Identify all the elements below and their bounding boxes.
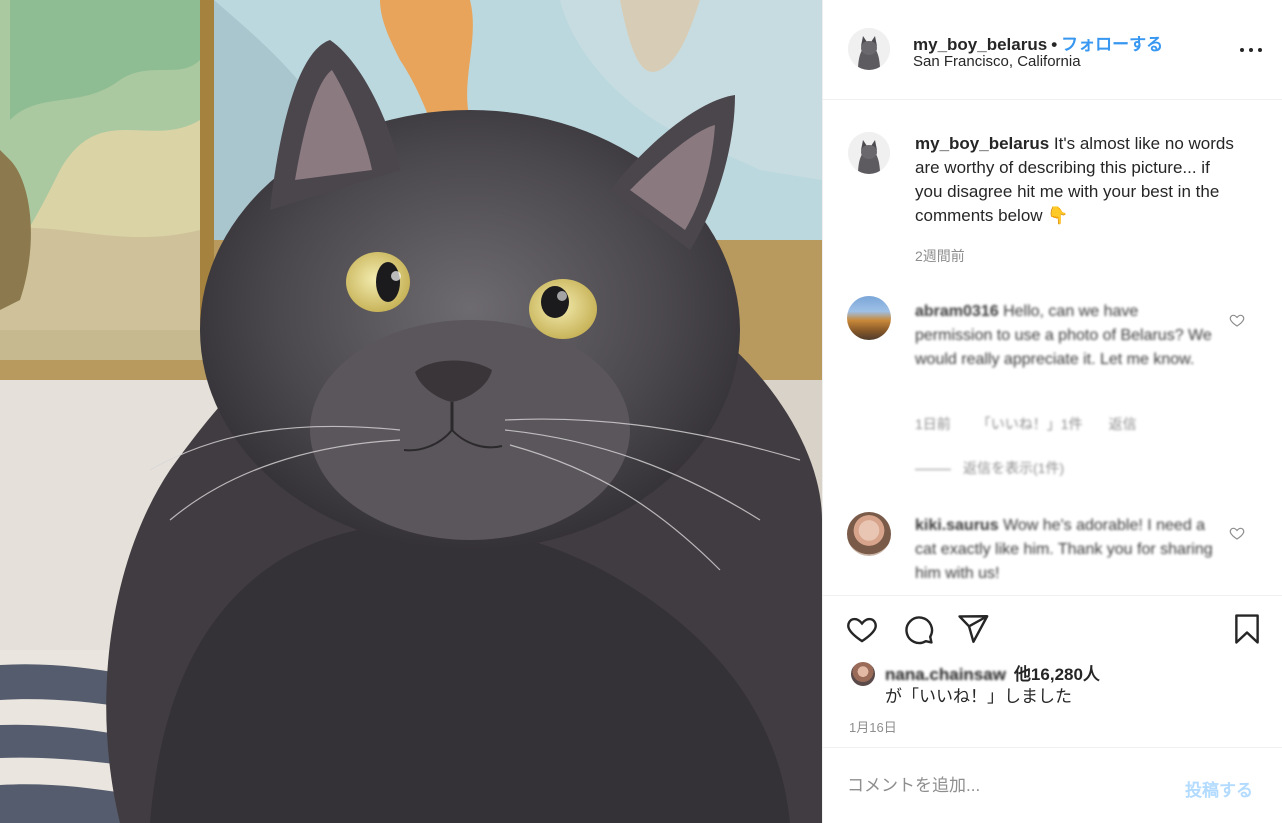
comment-meta-1: 1日前 「いいね！」1件 返信 xyxy=(915,414,1163,434)
save-bookmark-icon[interactable] xyxy=(1230,612,1264,646)
replies-divider xyxy=(915,468,951,470)
more-dot-icon xyxy=(1249,48,1253,52)
view-replies-button[interactable]: 返信を表示(1件) xyxy=(915,458,1064,478)
comment-like-count[interactable]: 「いいね！」1件 xyxy=(977,416,1083,432)
post-location[interactable]: San Francisco, California xyxy=(913,53,1081,70)
author-username-row: my_boy_belarus • フォローする xyxy=(913,30,1163,55)
comments-list[interactable]: my_boy_belarus It's almost like no words… xyxy=(823,100,1282,595)
comment-like-heart-icon[interactable] xyxy=(1229,312,1245,328)
cat-photo-image xyxy=(0,0,822,823)
likes-suffix: が「いいね！」しました xyxy=(885,687,1072,706)
post-comment-button[interactable]: 投稿する xyxy=(1185,776,1253,801)
caption-time[interactable]: 2週間前 xyxy=(915,246,965,266)
post-header: my_boy_belarus • フォローする San Francisco, Cal… xyxy=(823,0,1282,100)
add-comment-bar: 投稿する xyxy=(823,747,1282,823)
author-username[interactable]: my_boy_belarus xyxy=(913,35,1047,54)
liker-avatar[interactable] xyxy=(849,660,877,688)
commenter-username[interactable]: kiki.saurus xyxy=(915,517,999,534)
caption-author-avatar[interactable] xyxy=(848,132,890,174)
comment-text-2: kiki.saurus Wow he's adorable! I need a … xyxy=(915,514,1220,586)
post-details-panel: my_boy_belarus • フォローする San Francisco, Cal… xyxy=(822,0,1282,823)
comment-bubble-icon[interactable] xyxy=(901,612,935,646)
post-date[interactable]: 1月16日 xyxy=(849,717,897,736)
commenter-avatar[interactable] xyxy=(847,512,891,556)
more-dot-icon xyxy=(1258,48,1262,52)
post-actions: nana.chainsaw 他16,280人 が「いいね！」しました 1月16日 xyxy=(823,595,1282,747)
comment-input[interactable] xyxy=(847,770,1167,802)
caption-username[interactable]: my_boy_belarus xyxy=(915,134,1049,153)
author-avatar[interactable] xyxy=(848,28,890,70)
comment-like-heart-icon[interactable] xyxy=(1229,525,1245,541)
follow-button[interactable]: フォローする xyxy=(1061,35,1163,54)
more-dot-icon xyxy=(1240,48,1244,52)
post-photo[interactable] xyxy=(0,0,822,823)
commenter-username[interactable]: abram0316 xyxy=(915,303,999,320)
like-heart-icon[interactable] xyxy=(845,612,879,646)
share-paper-plane-icon[interactable] xyxy=(956,612,990,646)
post-caption: my_boy_belarus It's almost like no words… xyxy=(915,132,1235,228)
view-replies-label: 返信を表示(1件) xyxy=(963,460,1065,476)
more-options-button[interactable] xyxy=(1240,40,1264,60)
commenter-avatar[interactable] xyxy=(847,296,891,340)
comment-text-1: abram0316 Hello, can we have permission … xyxy=(915,300,1220,372)
header-separator: • xyxy=(1051,35,1058,54)
comment-reply-button[interactable]: 返信 xyxy=(1109,416,1137,432)
comment-time[interactable]: 1日前 xyxy=(915,416,951,432)
